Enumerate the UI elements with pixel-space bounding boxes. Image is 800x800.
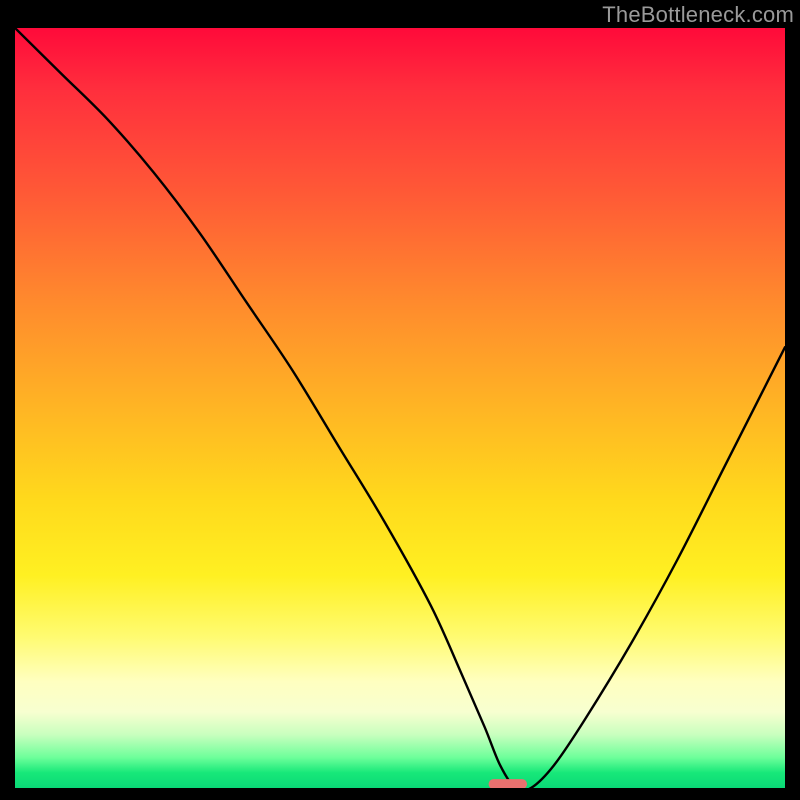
- curve-layer: [15, 28, 785, 788]
- optimum-marker: [489, 779, 528, 788]
- plot-area: [15, 28, 785, 788]
- chart-frame: TheBottleneck.com: [0, 0, 800, 800]
- watermark-text: TheBottleneck.com: [602, 2, 794, 28]
- bottleneck-curve: [15, 28, 785, 788]
